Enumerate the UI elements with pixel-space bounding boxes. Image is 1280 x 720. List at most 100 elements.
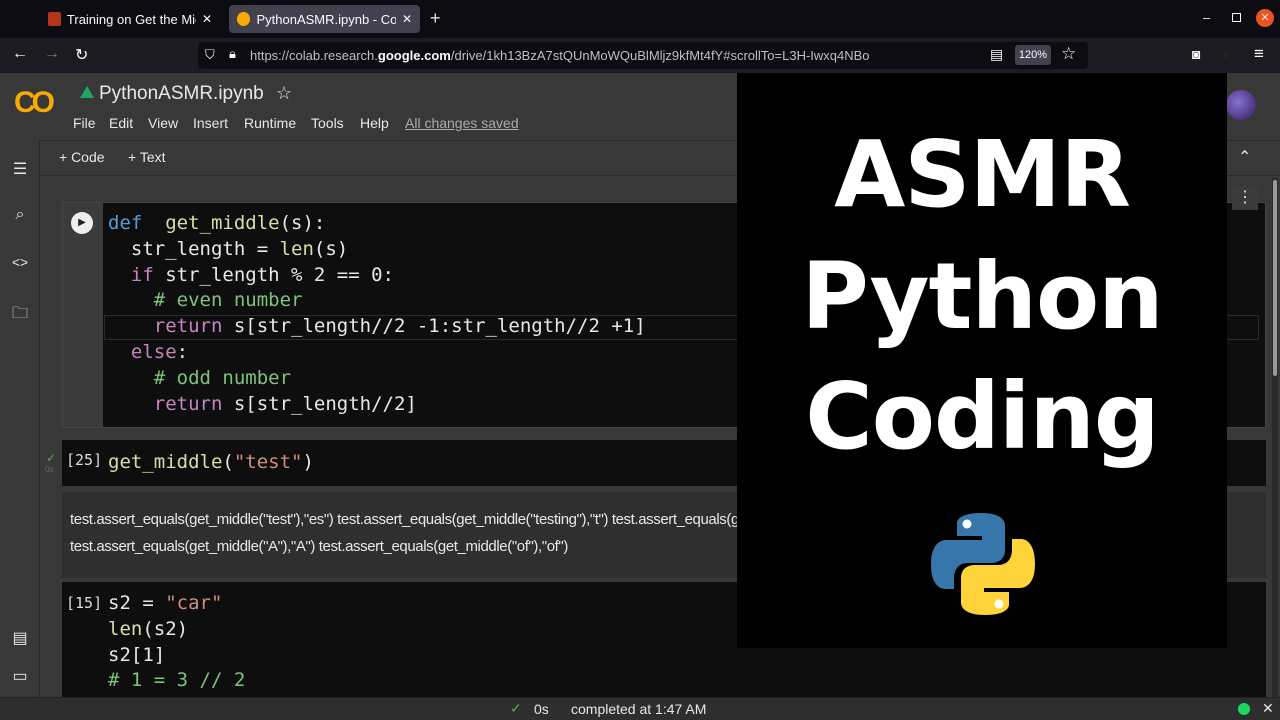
execution-count: [25] <box>66 451 103 469</box>
extension-icon[interactable]: ● <box>1222 46 1230 62</box>
code-token: s2 = <box>108 592 166 614</box>
execution-time: 0s <box>45 465 54 474</box>
code-editor[interactable]: s2 = "car" len(s2) s2[1] # 1 = 3 // 2 <box>108 591 245 694</box>
code-editor[interactable]: def get_middle(s): str_length = len(s) i… <box>108 211 646 417</box>
code-line: return s[str_length//2] <box>108 392 646 418</box>
cell-more-options-icon[interactable]: ⋮ <box>1232 186 1258 210</box>
table-of-contents-icon[interactable]: ☰ <box>10 159 30 179</box>
status-duration: 0s <box>534 701 549 717</box>
code-token: # odd number <box>108 366 292 389</box>
new-tab-button[interactable]: + <box>430 8 441 29</box>
shield-icon[interactable]: ⛉ <box>205 47 215 63</box>
browser-tab-active[interactable]: PythonASMR.ipynb - Cola ✕ <box>229 5 420 33</box>
code-token: len <box>279 237 314 260</box>
star-icon[interactable]: ☆ <box>276 83 292 104</box>
url-bar[interactable]: https://colab.research. google.com/drive/… <box>198 42 1088 69</box>
code-line: len(s2) <box>108 617 245 643</box>
code-line: str_length = len(s) <box>108 237 646 263</box>
runtime-connected-indicator[interactable] <box>1238 703 1250 715</box>
browser-tab-bar: Training on Get the Midd ✕ PythonASMR.ip… <box>0 0 1280 38</box>
code-line: return s[str_length//2 -1:str_length//2 … <box>108 314 646 340</box>
menu-view[interactable]: View <box>148 115 178 131</box>
tab-title: Training on Get the Midd <box>66 11 196 27</box>
code-token: "car" <box>165 592 223 614</box>
menu-tools[interactable]: Tools <box>311 115 344 131</box>
python-logo-eye <box>962 519 972 529</box>
code-token: return <box>153 315 223 338</box>
code-token: : <box>176 340 189 363</box>
menu-file[interactable]: File <box>73 115 96 131</box>
text-cell-line: test.assert_equals(get_middle("A"),"A") … <box>70 538 568 555</box>
close-tab-icon[interactable]: ✕ <box>202 12 212 26</box>
app-menu-icon[interactable]: ≡ <box>1254 44 1264 64</box>
code-token: (s2) <box>142 617 189 640</box>
menu-help[interactable]: Help <box>360 115 389 131</box>
code-line: if str_length % 2 == 0: <box>108 263 646 289</box>
code-editor[interactable]: get_middle("test") <box>108 450 314 476</box>
user-avatar[interactable] <box>1226 90 1256 120</box>
code-line: s2[1] <box>108 643 245 669</box>
menu-runtime[interactable]: Runtime <box>244 115 296 131</box>
code-token: s[str_length//2] <box>222 392 417 415</box>
add-code-button[interactable]: + Code <box>59 149 105 165</box>
status-check-icon: ✓ <box>510 700 522 716</box>
url-domain: google.com <box>377 48 451 63</box>
colab-logo[interactable]: CO <box>14 86 55 120</box>
code-line: # 1 = 3 // 2 <box>108 668 245 694</box>
code-token: # 1 = 3 // 2 <box>108 669 246 692</box>
add-text-button[interactable]: + Text <box>128 149 166 165</box>
url-prefix: https://colab.research. <box>250 48 378 63</box>
pocket-icon[interactable]: ◙ <box>1192 46 1200 62</box>
tab-title: PythonASMR.ipynb - Cola <box>256 11 396 27</box>
codewars-favicon-icon <box>48 12 61 26</box>
collapse-header-icon[interactable]: ⌃ <box>1238 147 1251 167</box>
overlay-title-coding: Coding <box>805 363 1159 470</box>
url-path: /drive/1kh13BzA7stQUnMoWQuBlMljz9kfMt4fY… <box>450 48 870 63</box>
browser-tab[interactable]: Training on Get the Midd ✕ <box>40 5 220 33</box>
code-token: s2[1] <box>108 643 166 666</box>
overlay-title-asmr: ASMR <box>834 121 1131 228</box>
overlay-title-python: Python <box>801 243 1163 350</box>
reload-icon[interactable]: ↻ <box>75 45 88 65</box>
code-token: ) <box>302 451 314 473</box>
maximize-button[interactable] <box>1232 13 1241 22</box>
terminal-icon[interactable]: ▭ <box>10 666 30 686</box>
lock-icon[interactable]: 🔒︎ <box>229 46 236 62</box>
bookmark-star-icon[interactable]: ☆ <box>1061 44 1076 64</box>
python-logo-eye <box>994 599 1004 609</box>
search-icon[interactable]: ⌕ <box>10 206 30 224</box>
close-status-icon[interactable]: ✕ <box>1262 700 1274 717</box>
execution-success-icon: ✓ <box>46 451 57 465</box>
menu-insert[interactable]: Insert <box>193 115 228 131</box>
run-cell-button[interactable]: ▶ <box>71 212 93 234</box>
code-token: s[str_length//2 -1:str_length//2 +1] <box>222 315 646 338</box>
command-palette-icon[interactable]: ▤ <box>10 628 30 648</box>
menu-edit[interactable]: Edit <box>109 115 133 131</box>
minimize-button[interactable]: ‒ <box>1203 10 1210 25</box>
drive-icon <box>80 86 94 98</box>
status-text[interactable]: completed at 1:47 AM <box>571 701 706 717</box>
close-window-button[interactable]: ✕ <box>1256 9 1274 27</box>
files-folder-icon[interactable]: 🗀︎ <box>10 302 30 329</box>
code-snippets-icon[interactable]: <> <box>10 254 30 270</box>
execution-count: [15] <box>66 594 103 612</box>
back-icon[interactable]: ← <box>12 45 28 63</box>
scrollbar-thumb[interactable] <box>1273 180 1277 376</box>
zoom-level[interactable]: 120% <box>1015 45 1051 65</box>
code-token: def <box>108 212 143 234</box>
code-token: return <box>153 392 223 415</box>
forward-icon[interactable]: → <box>44 45 60 63</box>
cell-gutter <box>63 203 103 427</box>
code-line: else: <box>108 340 646 366</box>
reader-view-icon[interactable]: ▤ <box>990 46 1003 63</box>
code-token: else <box>130 340 177 363</box>
code-token: ( <box>222 451 234 473</box>
notebook-title[interactable]: PythonASMR.ipynb <box>99 83 264 105</box>
save-status[interactable]: All changes saved <box>405 115 519 131</box>
code-token: str_length % 2 == 0: <box>153 263 394 286</box>
video-title-overlay: ASMR Python Coding <box>737 73 1227 648</box>
close-tab-icon[interactable]: ✕ <box>402 12 412 26</box>
